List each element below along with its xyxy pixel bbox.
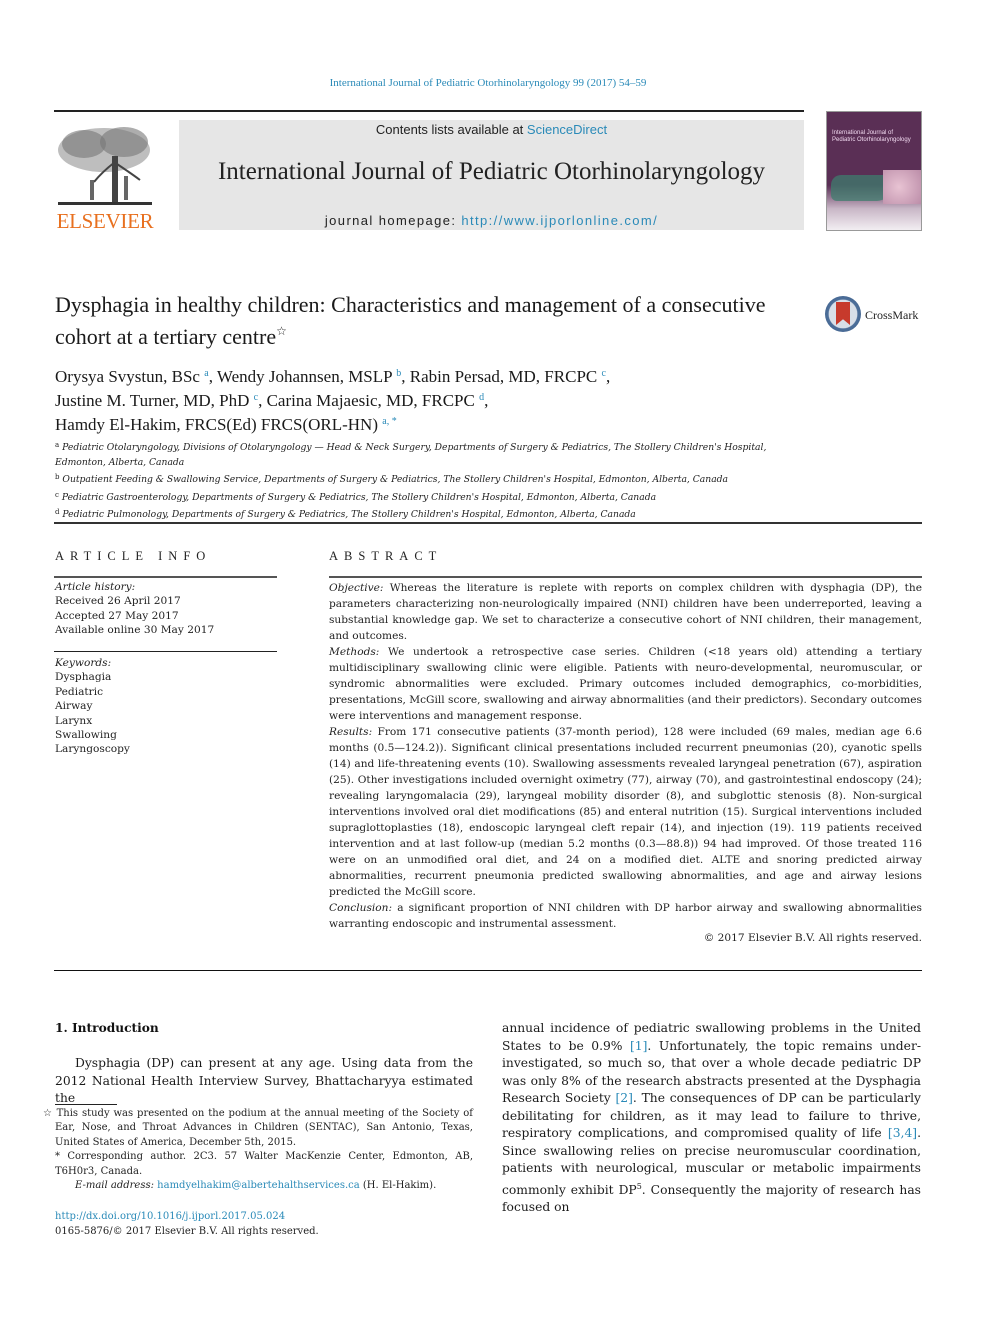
doi-link[interactable]: http://dx.doi.org/10.1016/j.ijporl.2017.… xyxy=(55,1211,285,1222)
footnote-email: E-mail address: hamdyelhakim@albertehalt… xyxy=(75,1180,437,1192)
affiliation-list: a Pediatric Otolaryngology, Divisions of… xyxy=(55,438,815,523)
abstract-body: Objective: Whereas the literature is rep… xyxy=(329,580,922,932)
article-info-heading: ARTICLE INFO xyxy=(55,549,212,563)
cover-title: International Journal of Pediatric Otorhi… xyxy=(832,130,911,144)
author: Rabin Persad, MD, FRCPC c, xyxy=(409,367,611,386)
footnote-presentation: ☆ This study was presented on the podium… xyxy=(43,1108,473,1148)
journal-citation-link[interactable]: International Journal of Pediatric Otorh… xyxy=(0,77,976,89)
article-history: Article history: Received 26 April 2017 … xyxy=(55,580,277,638)
tree-icon xyxy=(58,127,152,205)
homepage-line: journal homepage: http://www.ijporlonlin… xyxy=(179,213,804,228)
homepage-label: journal homepage: xyxy=(324,213,462,228)
abstract-conclusion: Conclusion: a significant proportion of … xyxy=(329,902,922,930)
author-list: Orysya Svystun, BSc a, Wendy Johannsen, … xyxy=(55,363,815,435)
introduction-paragraph-left: Dysphagia (DP) can present at any age. U… xyxy=(55,1056,473,1105)
crossmark-label: CrossMark xyxy=(865,308,919,322)
contents-prefix: Contents lists available at xyxy=(375,122,527,137)
reference-link[interactable]: [1] xyxy=(630,1039,647,1053)
keyword: Laryngoscopy xyxy=(55,743,130,756)
title-footnote-marker[interactable]: ☆ xyxy=(276,324,287,338)
contents-line: Contents lists available at ScienceDirec… xyxy=(179,122,804,137)
reference-link[interactable]: [3,4] xyxy=(888,1126,917,1140)
author: Hamdy El-Hakim, FRCS(Ed) FRCS(ORL-HN) a,… xyxy=(55,415,397,434)
abstract-heading: ABSTRACT xyxy=(329,549,443,563)
keywords-list: Keywords: Dysphagia Pediatric Airway Lar… xyxy=(55,656,277,757)
journal-cover-image[interactable]: International Journal of Pediatric Otorhi… xyxy=(826,111,922,231)
author: Carina Majaesic, MD, FRCPC d, xyxy=(266,391,489,410)
keywords-divider xyxy=(54,651,277,652)
introduction-paragraph-right: annual incidence of pediatric swallowing… xyxy=(502,1021,921,1214)
cover-photo xyxy=(883,170,921,204)
keyword: Dysphagia xyxy=(55,671,112,684)
history-label: Article history: xyxy=(55,581,136,593)
author: Justine M. Turner, MD, PhD c, xyxy=(55,391,267,410)
elsevier-logo[interactable]: ELSEVIER xyxy=(54,118,156,234)
online-date: Available online 30 May 2017 xyxy=(55,624,215,637)
crossmark-button[interactable]: CrossMark xyxy=(825,296,925,334)
author: Orysya Svystun, BSc a, xyxy=(55,367,217,386)
abstract-copyright: © 2017 Elsevier B.V. All rights reserved… xyxy=(703,932,922,944)
article-title: Dysphagia in healthy children: Character… xyxy=(55,291,805,350)
abstract-divider xyxy=(329,576,922,578)
footnote-divider xyxy=(55,1104,117,1105)
reference-link[interactable]: [2] xyxy=(615,1091,632,1105)
article-info-divider xyxy=(54,576,277,578)
keywords-label: Keywords: xyxy=(55,657,112,669)
keyword: Larynx xyxy=(55,714,93,727)
issn-copyright: 0165-5876/© 2017 Elsevier B.V. All right… xyxy=(55,1226,319,1237)
received-date: Received 26 April 2017 xyxy=(55,595,181,608)
crossmark-icon xyxy=(825,296,861,332)
bookmark-ribbon-icon xyxy=(836,302,850,325)
cover-map-graphic xyxy=(831,175,891,201)
journal-masthead: Contents lists available at ScienceDirec… xyxy=(179,120,804,230)
publisher-wordmark: ELSEVIER xyxy=(56,209,154,233)
abstract-objective: Objective: Whereas the literature is rep… xyxy=(329,582,922,642)
journal-title: International Journal of Pediatric Otorh… xyxy=(217,158,766,185)
abstract-methods: Methods: We undertook a retrospective ca… xyxy=(329,646,922,722)
affiliation-item: c Pediatric Gastroenterology, Department… xyxy=(55,490,657,503)
header-divider xyxy=(54,110,804,112)
abstract-results: Results: From 171 consecutive patients (… xyxy=(329,726,922,898)
affiliation-item: a Pediatric Otolaryngology, Divisions of… xyxy=(55,441,767,468)
affiliation-item: b Outpatient Feeding & Swallowing Servic… xyxy=(55,473,729,485)
homepage-link[interactable]: http://www.ijporlonline.com/ xyxy=(461,213,658,228)
footnotes: ☆ This study was presented on the podium… xyxy=(43,1107,473,1193)
author: Wendy Johannsen, MSLP b, xyxy=(216,367,410,386)
article-title-text: Dysphagia in healthy children: Character… xyxy=(55,292,766,349)
sciencedirect-link[interactable]: ScienceDirect xyxy=(527,122,607,137)
keyword: Swallowing xyxy=(55,729,117,742)
accepted-date: Accepted 27 May 2017 xyxy=(55,609,179,622)
abstract-bottom-divider xyxy=(54,970,922,971)
introduction-heading: 1. Introduction xyxy=(55,1021,159,1035)
keyword: Pediatric xyxy=(55,685,104,698)
keyword: Airway xyxy=(55,700,93,713)
affiliation-marker[interactable]: a, * xyxy=(382,416,396,427)
footnote-corresponding: * Corresponding author. 2C3. 57 Walter M… xyxy=(55,1151,473,1177)
email-link[interactable]: hamdyelhakim@albertehalthservices.ca xyxy=(157,1180,360,1191)
section-divider xyxy=(54,522,922,524)
affiliation-item: d Pediatric Pulmonology, Departments of … xyxy=(55,508,636,520)
